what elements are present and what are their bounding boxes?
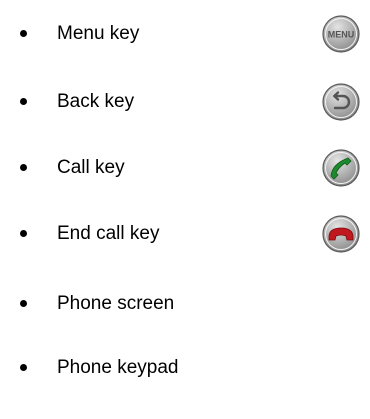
item-label: Phone screen (57, 293, 175, 314)
end-call-key-icon (321, 214, 361, 254)
bullet (20, 98, 27, 105)
bullet (20, 230, 27, 237)
item-label: Phone keypad (57, 357, 179, 378)
item-label: Back key (57, 91, 135, 112)
svg-text:MENU: MENU (328, 30, 355, 40)
bullet (20, 164, 27, 171)
menu-key-icon: MENU (321, 14, 361, 54)
list-item-phone-screen: Phone screen (0, 284, 370, 324)
bullet (20, 364, 27, 371)
bullet (20, 30, 27, 37)
list-item-menu-key: Menu key MENU (0, 14, 370, 54)
list-item-back-key: Back key (0, 82, 370, 122)
list-item-call-key: Call key (0, 148, 370, 188)
call-key-icon (321, 148, 361, 188)
item-label: Call key (57, 157, 125, 178)
bullet (20, 300, 27, 307)
item-label: End call key (57, 223, 160, 244)
item-label: Menu key (57, 23, 140, 44)
back-key-icon (321, 82, 361, 122)
list-item-end-call-key: End call key (0, 214, 370, 254)
list-item-phone-keypad: Phone keypad (0, 348, 370, 388)
